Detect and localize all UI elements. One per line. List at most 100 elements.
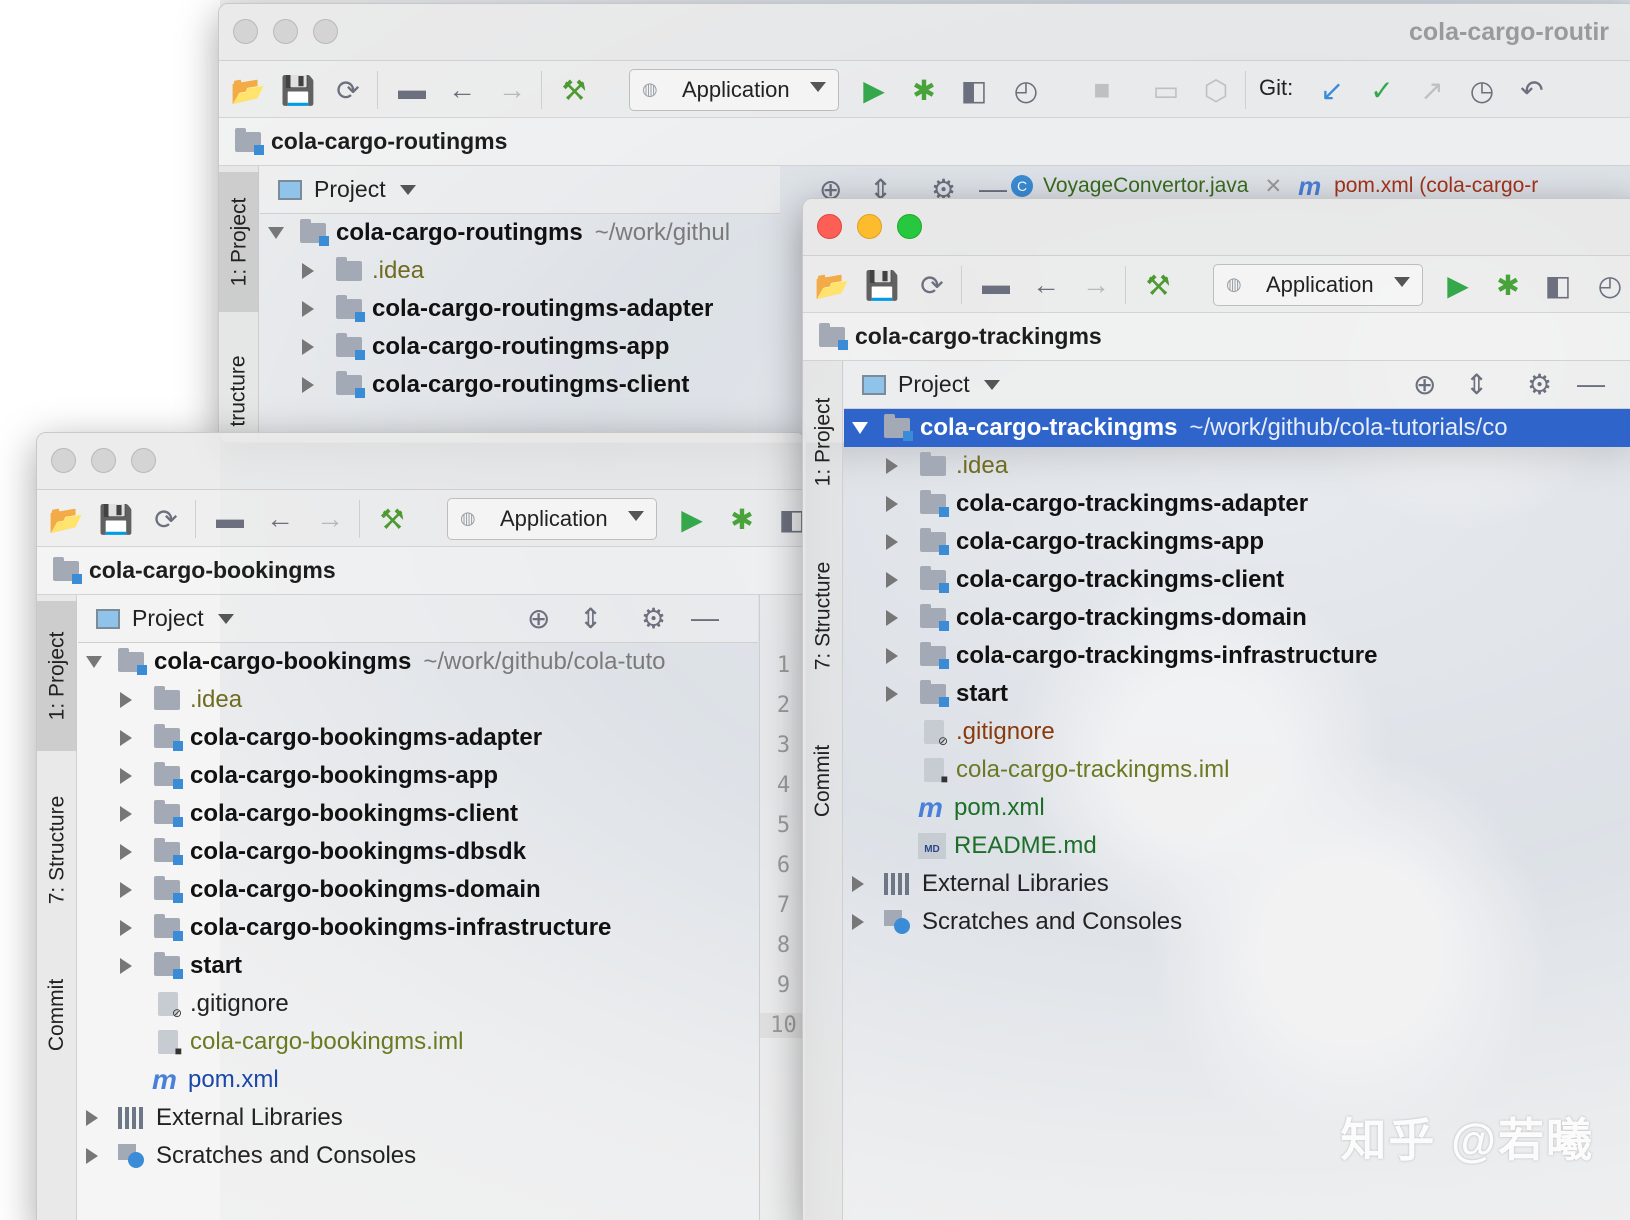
forward-arrow-icon[interactable]: →	[313, 502, 347, 536]
coverage-icon[interactable]: ◧	[957, 73, 991, 107]
profile-icon[interactable]: ◴	[1593, 268, 1627, 302]
tab-project[interactable]: 1: Project	[37, 601, 77, 751]
debug-icon[interactable]: ✱	[725, 502, 759, 536]
debug-icon[interactable]: ✱	[907, 73, 941, 107]
tree-item[interactable]: .idea	[78, 681, 758, 719]
run-icon[interactable]: ▶	[675, 502, 709, 536]
gear-icon[interactable]: ⚙	[641, 602, 666, 635]
rollback-icon[interactable]: ↶	[1515, 73, 1549, 107]
tree-root[interactable]: cola-cargo-routingms ~/work/githul	[260, 214, 780, 252]
run-icon[interactable]: ▶	[857, 73, 891, 107]
zoom-window-button[interactable]	[897, 214, 922, 239]
tree-item[interactable]: cola-cargo-trackingms-infrastructure	[844, 637, 1630, 675]
folder-icon[interactable]: ▬	[395, 73, 429, 107]
close-window-button[interactable]	[233, 19, 258, 44]
tree-item[interactable]: ■ cola-cargo-bookingms.iml	[78, 1023, 758, 1061]
close-window-button[interactable]	[817, 214, 842, 239]
device-icon[interactable]: ▭	[1149, 73, 1183, 107]
run-configuration-select[interactable]: ◍ Application	[1213, 264, 1423, 306]
profile-icon[interactable]: ◴	[1009, 73, 1043, 107]
forward-arrow-icon[interactable]: →	[1079, 268, 1113, 302]
zoom-window-button[interactable]	[131, 448, 156, 473]
tab-structure[interactable]: tructure	[219, 336, 259, 442]
tree-item[interactable]: cola-cargo-trackingms-domain	[844, 599, 1630, 637]
breadcrumb-label[interactable]: cola-cargo-trackingms	[855, 323, 1102, 350]
tree-item[interactable]: cola-cargo-bookingms-client	[78, 795, 758, 833]
tree-item[interactable]: cola-cargo-bookingms-domain	[78, 871, 758, 909]
tree-item[interactable]: cola-cargo-routingms-client	[260, 366, 780, 404]
chevron-down-icon[interactable]	[399, 184, 416, 195]
tree-item[interactable]: cola-cargo-trackingms-app	[844, 523, 1630, 561]
tree-item[interactable]: cola-cargo-bookingms-infrastructure	[78, 909, 758, 947]
tree-item[interactable]: .idea	[844, 447, 1630, 485]
close-tab-icon[interactable]: ✕	[1264, 174, 1282, 199]
deploy-icon[interactable]: ⬡	[1199, 73, 1233, 107]
save-icon[interactable]: 💾	[281, 73, 316, 107]
minimize-icon[interactable]: —	[691, 602, 719, 634]
git-push-icon[interactable]: ↗	[1415, 73, 1449, 107]
collapse-icon[interactable]: ⇕	[1465, 368, 1488, 401]
sync-icon[interactable]: ⟳	[149, 502, 183, 536]
tree-item[interactable]: .idea	[260, 252, 780, 290]
open-folder-icon[interactable]: 📂	[231, 73, 266, 107]
tree-item[interactable]: ⊘ .gitignore	[78, 985, 758, 1023]
tab-project[interactable]: 1: Project	[219, 172, 259, 312]
minimize-window-button[interactable]	[857, 214, 882, 239]
save-icon[interactable]: 💾	[99, 502, 134, 536]
tree-item[interactable]: MD README.md	[844, 827, 1630, 865]
tree-item[interactable]: ■ cola-cargo-trackingms.iml	[844, 751, 1630, 789]
crosshair-icon[interactable]: ⊕	[1413, 368, 1436, 401]
hammer-icon[interactable]: ⚒	[557, 73, 591, 107]
tab-commit[interactable]: Commit	[37, 955, 77, 1075]
folder-icon[interactable]: ▬	[979, 268, 1013, 302]
tree-item[interactable]: m pom.xml	[78, 1061, 758, 1099]
forward-arrow-icon[interactable]: →	[495, 73, 529, 107]
gear-icon[interactable]: ⚙	[1527, 368, 1552, 401]
collapse-icon[interactable]: ⇕	[579, 602, 602, 635]
debug-icon[interactable]: ✱	[1491, 268, 1525, 302]
sync-icon[interactable]: ⟳	[915, 268, 949, 302]
zoom-window-button[interactable]	[313, 19, 338, 44]
tree-item[interactable]: start	[78, 947, 758, 985]
editor-tab-pom[interactable]: pom.xml (cola-cargo-r	[1334, 174, 1538, 198]
run-configuration-select[interactable]: ◍ Application	[447, 498, 657, 540]
tree-item[interactable]: start	[844, 675, 1630, 713]
back-arrow-icon[interactable]: ←	[445, 73, 479, 107]
run-configuration-select[interactable]: ◍ Application	[629, 69, 839, 111]
tree-item[interactable]: cola-cargo-routingms-adapter	[260, 290, 780, 328]
tree-root[interactable]: cola-cargo-trackingms ~/work/github/cola-…	[844, 409, 1630, 447]
tree-item-external-libraries[interactable]: External Libraries	[78, 1099, 758, 1137]
stop-icon[interactable]: ■	[1085, 73, 1119, 107]
git-update-icon[interactable]: ↙	[1315, 73, 1349, 107]
tree-item[interactable]: cola-cargo-bookingms-dbsdk	[78, 833, 758, 871]
breadcrumb-label[interactable]: cola-cargo-bookingms	[89, 557, 336, 584]
open-folder-icon[interactable]: 📂	[815, 268, 850, 302]
tree-item[interactable]: cola-cargo-bookingms-adapter	[78, 719, 758, 757]
minimize-icon[interactable]: —	[1577, 368, 1605, 400]
back-arrow-icon[interactable]: ←	[1029, 268, 1063, 302]
tab-project[interactable]: 1: Project	[803, 367, 843, 517]
git-commit-icon[interactable]: ✓	[1365, 73, 1399, 107]
tree-item-scratches[interactable]: Scratches and Consoles	[844, 903, 1630, 941]
tree-item[interactable]: ⊘ .gitignore	[844, 713, 1630, 751]
breadcrumb-label[interactable]: cola-cargo-routingms	[271, 128, 507, 155]
history-icon[interactable]: ◷	[1465, 73, 1499, 107]
coverage-icon[interactable]: ◧	[1541, 268, 1575, 302]
save-icon[interactable]: 💾	[865, 268, 900, 302]
hammer-icon[interactable]: ⚒	[375, 502, 409, 536]
close-window-button[interactable]	[51, 448, 76, 473]
back-arrow-icon[interactable]: ←	[263, 502, 297, 536]
tree-item[interactable]: cola-cargo-bookingms-app	[78, 757, 758, 795]
hammer-icon[interactable]: ⚒	[1141, 268, 1175, 302]
tree-item-external-libraries[interactable]: External Libraries	[844, 865, 1630, 903]
tab-structure[interactable]: 7: Structure	[803, 541, 843, 691]
minimize-window-button[interactable]	[273, 19, 298, 44]
sync-icon[interactable]: ⟳	[331, 73, 365, 107]
tree-item[interactable]: cola-cargo-trackingms-client	[844, 561, 1630, 599]
tree-item[interactable]: cola-cargo-routingms-app	[260, 328, 780, 366]
project-view-label[interactable]: Project	[314, 176, 386, 203]
project-view-label[interactable]: Project	[898, 371, 970, 398]
minimize-window-button[interactable]	[91, 448, 116, 473]
folder-icon[interactable]: ▬	[213, 502, 247, 536]
tab-structure[interactable]: 7: Structure	[37, 775, 77, 925]
